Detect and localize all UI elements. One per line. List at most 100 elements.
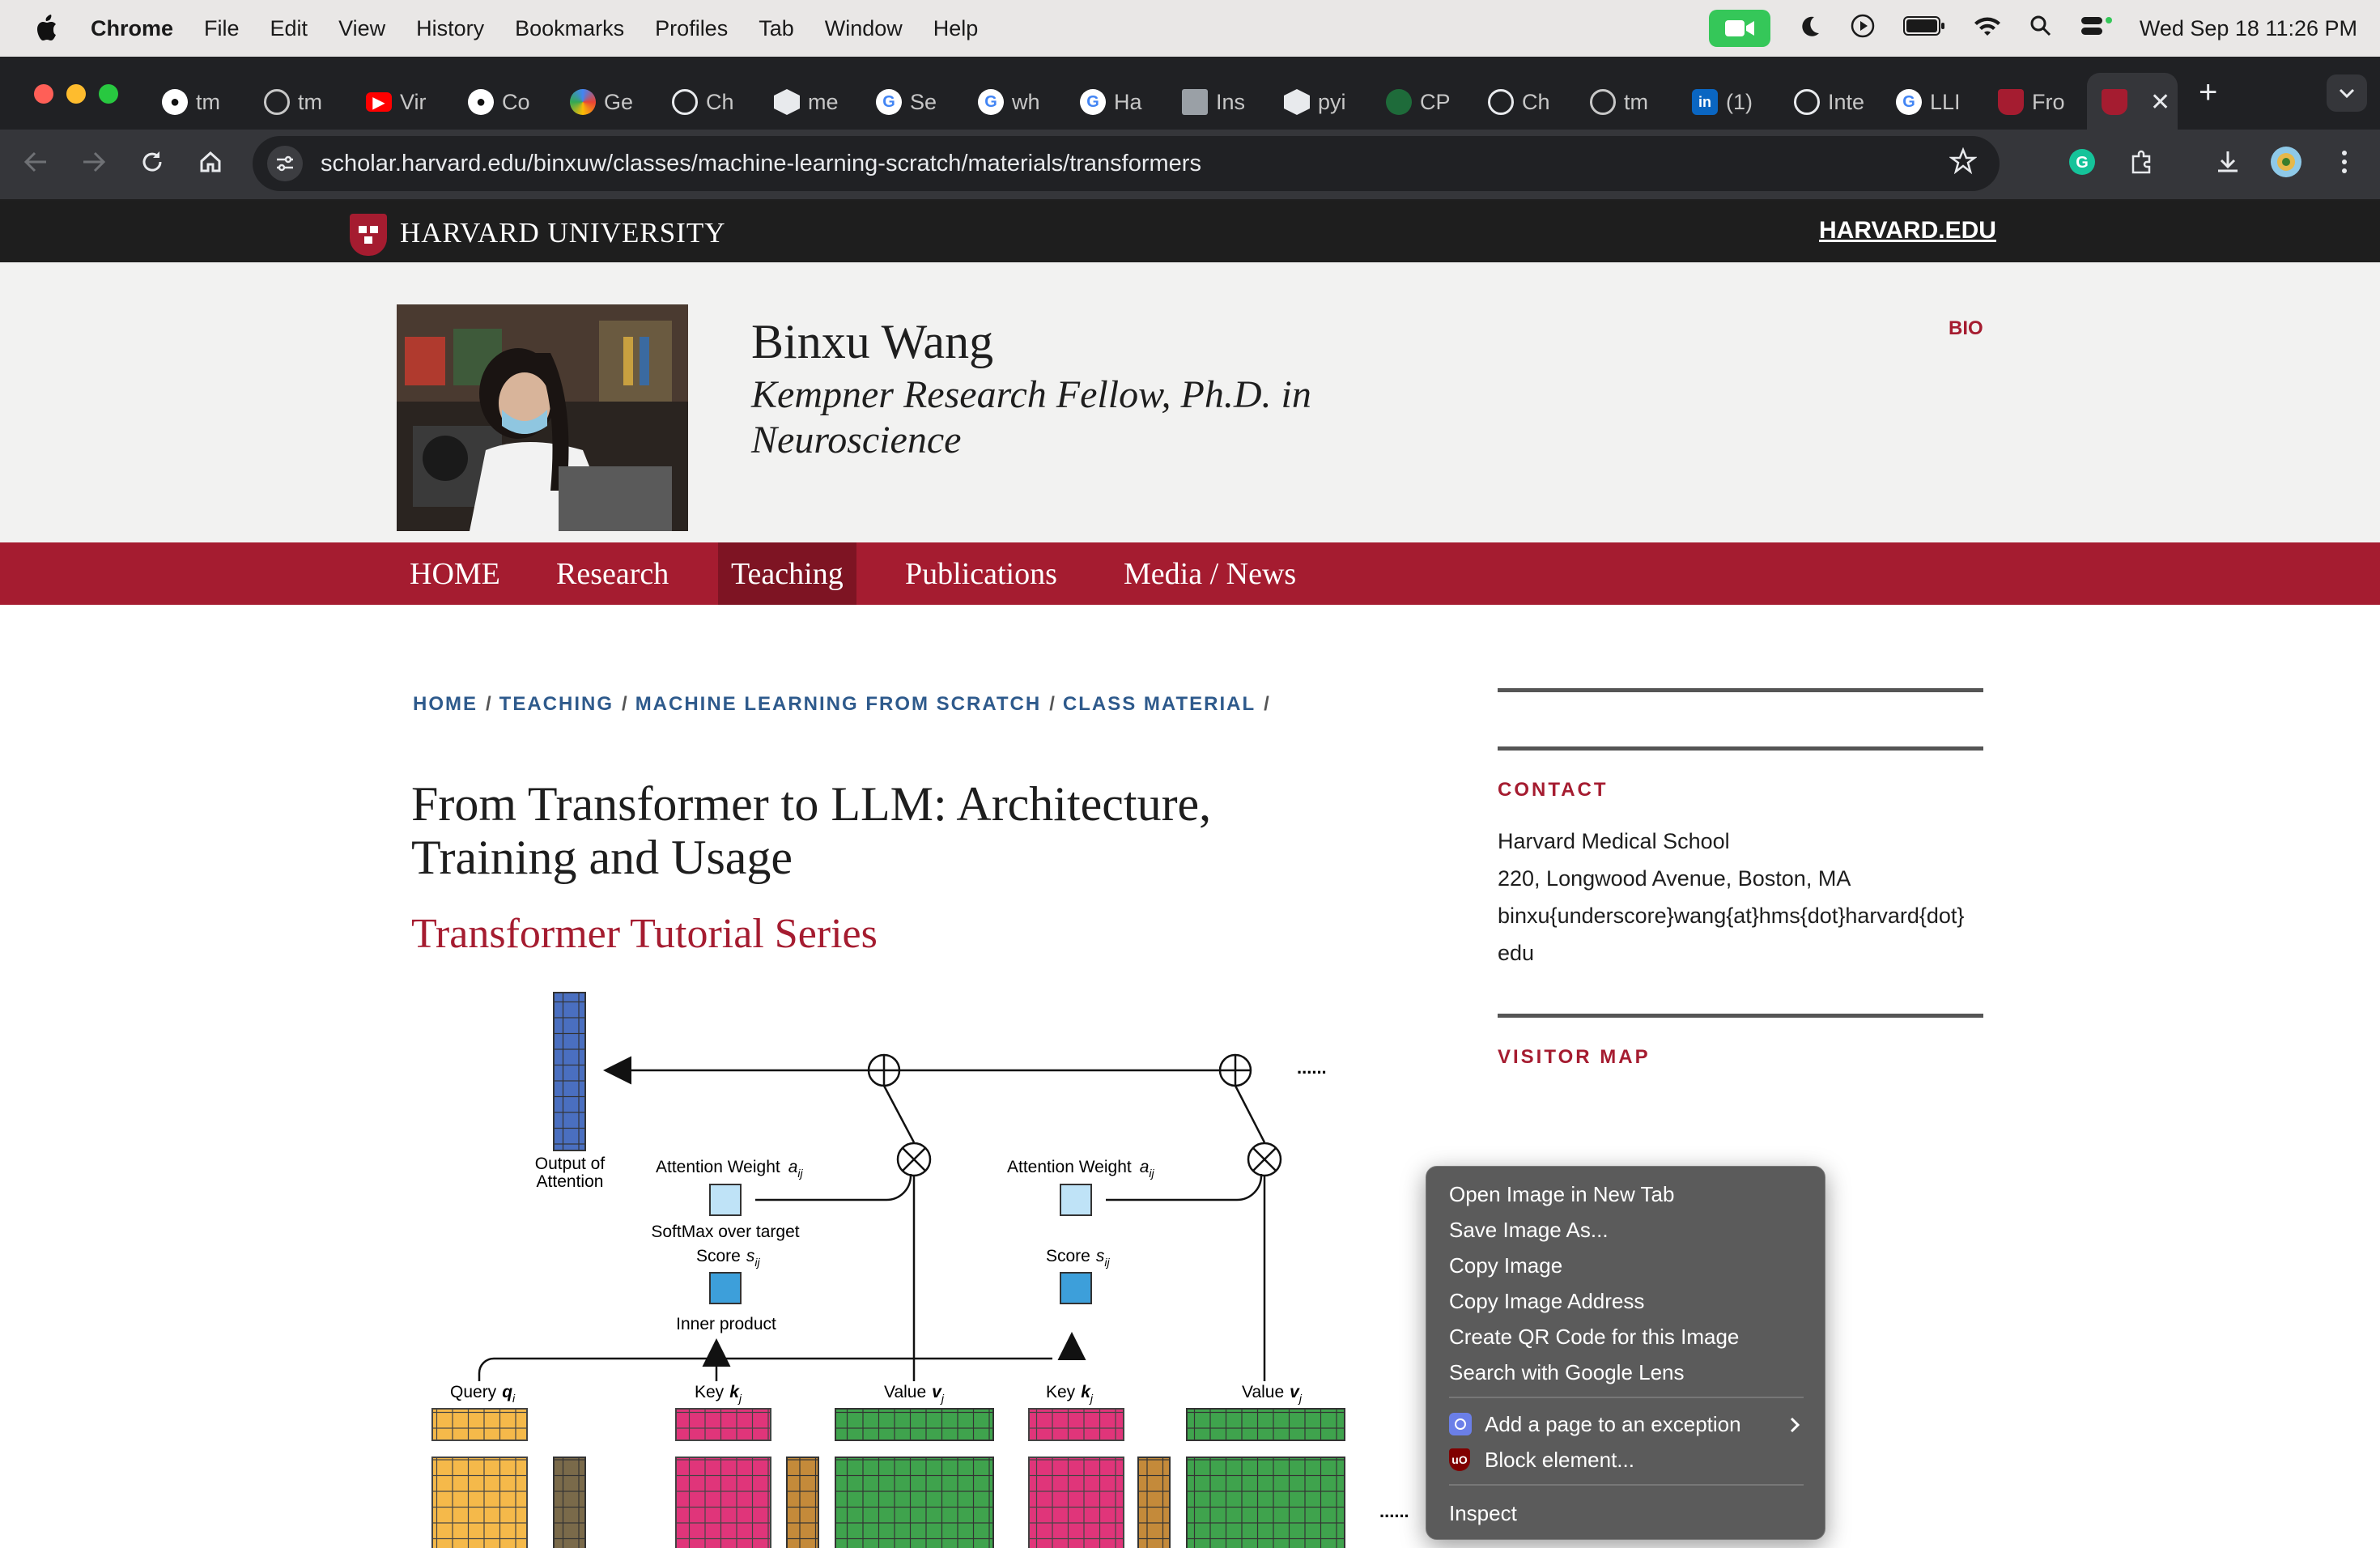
browser-tab[interactable]: G Se: [861, 73, 963, 131]
ellipsis-label: ......: [1379, 1501, 1409, 1521]
query-weight-matrix: [431, 1457, 528, 1548]
grammarly-extension-icon[interactable]: G: [2066, 146, 2098, 178]
menu-clock[interactable]: Wed Sep 18 11:26 PM: [2140, 16, 2357, 41]
apple-icon[interactable]: [32, 15, 60, 42]
menu-item-open-image-new-tab[interactable]: Open Image in New Tab: [1449, 1178, 1674, 1210]
tab-title: Vir: [400, 89, 427, 114]
browser-tab[interactable]: ● Co: [453, 73, 555, 131]
address-bar[interactable]: scholar.harvard.edu/binxuw/classes/machi…: [253, 136, 2000, 191]
browser-tab[interactable]: Ge: [555, 73, 657, 131]
browser-tab[interactable]: Fro: [1983, 73, 2085, 131]
site-info-icon[interactable]: [267, 146, 303, 181]
chrome-menu-kebab-icon[interactable]: [2328, 146, 2361, 178]
google-icon: G: [1080, 89, 1106, 115]
menu-profiles[interactable]: Profiles: [655, 16, 728, 41]
nav-item-home[interactable]: HOME: [397, 542, 513, 605]
browser-tab[interactable]: ● tm: [147, 73, 249, 131]
browser-tab-active[interactable]: ✕: [2087, 73, 2178, 131]
video-camera-icon[interactable]: [1708, 10, 1770, 47]
browser-tab[interactable]: tm: [249, 73, 351, 131]
now-playing-icon[interactable]: [1850, 13, 1876, 45]
menu-view[interactable]: View: [338, 16, 385, 41]
menu-item-add-page-exception[interactable]: Add a page to an exception: [1449, 1408, 1741, 1440]
browser-tab[interactable]: pyi: [1269, 73, 1371, 131]
menu-separator: [1449, 1484, 1804, 1486]
nav-item-publications[interactable]: Publications: [892, 542, 1070, 605]
browser-tab[interactable]: tm: [1575, 73, 1677, 131]
tab-title: tm: [298, 89, 322, 114]
svg-text:Scoresij: Score sij: [1046, 1247, 1110, 1269]
breadcrumb-home[interactable]: HOME: [413, 693, 478, 716]
breadcrumb-ml-from-scratch[interactable]: MACHINE LEARNING FROM SCRATCH: [635, 693, 1042, 716]
tab-title: Ha: [1114, 89, 1142, 114]
bookmark-star-icon[interactable]: [1949, 147, 1978, 181]
nav-item-media-news[interactable]: Media / News: [1111, 542, 1309, 605]
window-close-button[interactable]: [34, 84, 53, 104]
menu-app-name[interactable]: Chrome: [91, 16, 173, 41]
contact-heading: CONTACT: [1498, 779, 1609, 801]
spotlight-search-icon[interactable]: [2029, 15, 2052, 43]
home-icon[interactable]: [194, 146, 227, 178]
browser-tab[interactable]: Ch: [657, 73, 759, 131]
value-vector: [1186, 1408, 1345, 1441]
browser-tab[interactable]: Gwh: [963, 73, 1065, 131]
nav-item-research[interactable]: Research: [543, 542, 682, 605]
reload-icon[interactable]: [136, 146, 168, 178]
multiply-node: [1247, 1142, 1282, 1177]
tab-title: Ch: [706, 89, 734, 114]
new-tab-plus-icon[interactable]: +: [2199, 74, 2217, 111]
browser-tab[interactable]: in (1): [1677, 73, 1779, 131]
menu-window[interactable]: Window: [825, 16, 903, 41]
embedding-vector: [1137, 1457, 1171, 1548]
forward-arrow-icon[interactable]: [78, 146, 110, 178]
profile-photo[interactable]: [397, 304, 688, 531]
profile-avatar-icon[interactable]: [2270, 146, 2302, 178]
menu-tab[interactable]: Tab: [759, 16, 794, 41]
transformer-attention-diagram[interactable]: Output of Attention ...... Attention Wei…: [421, 986, 1425, 1548]
menu-item-copy-image[interactable]: Copy Image: [1449, 1249, 1562, 1282]
wifi-icon[interactable]: [1973, 15, 2002, 43]
tab-title: tm: [1624, 89, 1648, 114]
window-minimize-button[interactable]: [66, 84, 86, 104]
back-arrow-icon[interactable]: [19, 146, 52, 178]
harvard-edu-link[interactable]: HARVARD.EDU: [1819, 217, 1996, 245]
menu-item-search-google-lens[interactable]: Search with Google Lens: [1449, 1356, 1685, 1389]
downloads-icon[interactable]: [2212, 146, 2244, 178]
menu-item-create-qr-code[interactable]: Create QR Code for this Image: [1449, 1320, 1739, 1353]
menu-history[interactable]: History: [416, 16, 484, 41]
menu-item-copy-image-address[interactable]: Copy Image Address: [1449, 1285, 1644, 1317]
url-text[interactable]: scholar.harvard.edu/binxuw/classes/machi…: [321, 151, 1201, 177]
menu-bookmarks[interactable]: Bookmarks: [515, 16, 624, 41]
control-center-icon[interactable]: [2080, 14, 2112, 44]
value-label: Value: [1242, 1383, 1284, 1401]
menu-file[interactable]: File: [204, 16, 240, 41]
extensions-puzzle-icon[interactable]: [2126, 146, 2158, 178]
browser-tab[interactable]: Ch: [1473, 73, 1575, 131]
browser-tab[interactable]: me: [759, 73, 861, 131]
tab-close-icon[interactable]: ✕: [2150, 88, 2170, 117]
harvard-logo-text[interactable]: HARVARD UNIVERSITY: [400, 217, 726, 249]
window-zoom-button[interactable]: [99, 84, 118, 104]
menu-help[interactable]: Help: [933, 16, 979, 41]
nav-item-teaching[interactable]: Teaching: [718, 542, 856, 605]
bio-link[interactable]: BIO: [1949, 317, 1983, 340]
do-not-disturb-moon-icon[interactable]: [1798, 14, 1822, 44]
browser-tab[interactable]: G LLI: [1881, 73, 1983, 131]
breadcrumb-teaching[interactable]: TEACHING: [499, 693, 614, 716]
person-title-line2: Neuroscience: [751, 419, 962, 461]
breadcrumb-class-material[interactable]: CLASS MATERIAL: [1063, 693, 1256, 716]
battery-icon[interactable]: [1902, 15, 1945, 42]
svg-text:G: G: [2076, 154, 2089, 172]
menu-edit[interactable]: Edit: [270, 16, 308, 41]
menu-item-block-element[interactable]: uO Block element...: [1449, 1444, 1634, 1476]
browser-tab[interactable]: G Ha: [1065, 73, 1167, 131]
browser-tab[interactable]: Ins: [1167, 73, 1269, 131]
harvard-shield-logo[interactable]: [350, 214, 387, 256]
menu-item-inspect[interactable]: Inspect: [1449, 1497, 1517, 1529]
browser-tab[interactable]: CP: [1371, 73, 1473, 131]
tab-search-chevron-icon[interactable]: [2327, 74, 2367, 112]
browser-tab[interactable]: Inte: [1779, 73, 1881, 131]
browser-tab[interactable]: ▶ Vir: [351, 73, 453, 131]
value-label: Value: [884, 1383, 926, 1401]
menu-item-save-image-as[interactable]: Save Image As...: [1449, 1214, 1609, 1246]
